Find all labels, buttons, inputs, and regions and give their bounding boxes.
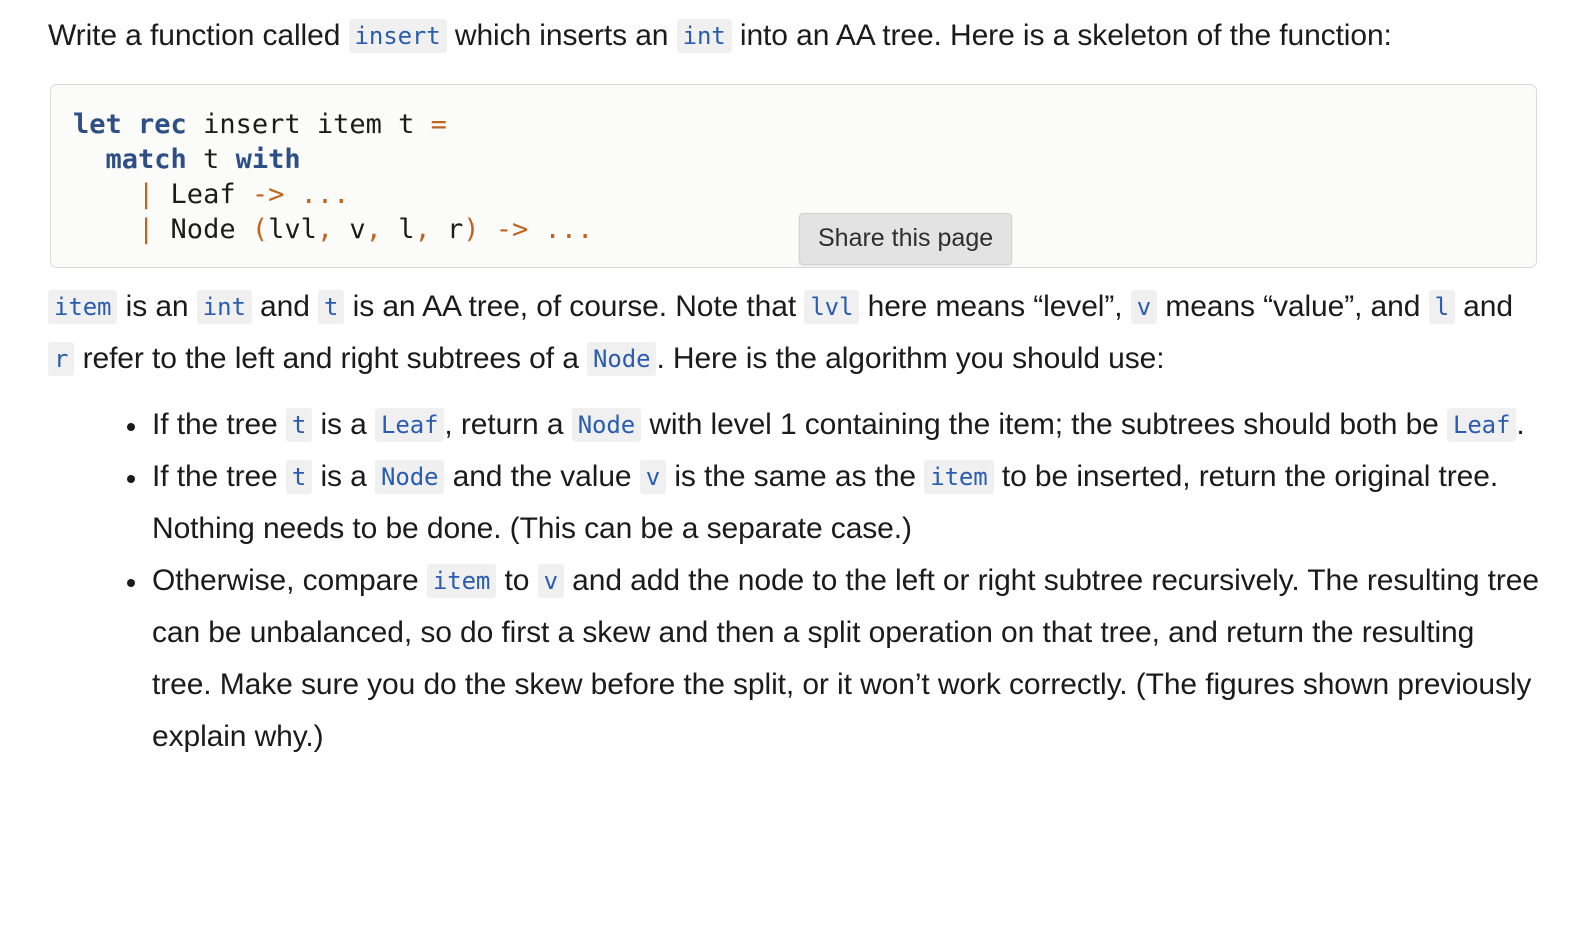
code-token-id: lvl [268,214,317,245]
code-block: let rec insert item t = match t with | L… [50,84,1537,268]
step-text: is a [312,408,375,441]
inline-code-v: v [537,564,564,598]
inline-code-t: t [285,408,313,442]
step-text: . [1516,408,1525,441]
inline-code-lvl: lvl [804,290,860,324]
intro-text-part-2: which inserts an [446,19,677,52]
inline-code-r: r [48,342,75,376]
explanation-text-8: . Here is the algorithm you should use: [656,342,1165,375]
code-token-op: ... [544,214,594,245]
inline-code-t: t [285,460,313,494]
inline-code-node: Node [571,408,642,442]
inline-code-item: item [426,564,497,598]
code-token-id: v [333,214,366,245]
intro-paragraph: Write a function called insert which ins… [48,0,1540,62]
explanation-text-6: and [1454,290,1513,323]
explanation-text-3: is an AA tree, of course. Note that [344,290,805,323]
code-token-op: = [430,109,447,140]
step-text: Otherwise, compare [152,564,427,597]
explanation-text-7: refer to the left and right subtrees of … [74,342,588,375]
explanation-text-5: means “value”, and [1157,290,1429,323]
explanation-text-4: here means “level”, [859,290,1131,323]
code-token-id [122,109,138,140]
intro-text-part-1: Write a function called [48,19,349,52]
inline-code-node: Node [587,342,657,376]
code-token-kw: match [105,144,187,175]
inline-code-item: item [48,290,118,324]
step-text: with level 1 containing the item; the su… [641,408,1447,441]
share-this-page-tooltip[interactable]: Share this page [799,213,1013,265]
code-token-id [73,179,138,210]
list-item: Otherwise, compare item to v and add the… [127,555,1540,763]
code-token-id: Leaf [154,179,252,210]
share-this-page-label: Share this page [818,224,994,252]
code-token-kw: let [73,109,122,140]
code-token-op: -> [251,179,285,210]
code-token-id: insert item t [186,109,431,140]
inline-code-leaf: Leaf [375,408,445,442]
step-text: and the value [444,460,640,493]
code-token-kw: with [235,144,301,175]
code-token-op: , [365,214,382,245]
document-page: Write a function called insert which ins… [0,0,1588,940]
code-token-id [73,214,138,245]
explanation-paragraph: item is an int and t is an AA tree, of c… [48,268,1540,385]
code-token-id: Node [154,214,252,245]
inline-code-v: v [1130,290,1158,324]
code-token-id [528,214,544,245]
intro-text-part-3: into an AA tree. Here is a skeleton of t… [731,19,1392,52]
code-token-op: | [138,214,155,245]
list-item: If the tree t is a Node and the value v … [127,451,1540,555]
step-text: , return a [444,408,572,441]
code-token-op: -> [495,214,529,245]
explanation-text-2: and [251,290,319,323]
code-token-op: ... [300,179,350,210]
code-token-op: ) [463,214,480,245]
code-token-id [480,214,496,245]
step-text: to [496,564,538,597]
code-token-kw: rec [138,109,187,140]
inline-code-leaf: Leaf [1446,408,1517,442]
inline-code-l: l [1428,290,1455,324]
code-token-op: , [316,214,334,245]
algorithm-steps-list: If the tree t is a Leaf, return a Node w… [48,399,1540,763]
inline-code-item: item [924,460,994,494]
code-token-op: | [138,179,155,210]
code-token-op: ( [251,214,269,245]
step-text: If the tree [152,408,286,441]
step-text: is the same as the [666,460,925,493]
list-item: If the tree t is a Leaf, return a Node w… [127,399,1540,451]
inline-code-t: t [318,290,345,324]
code-token-id: l [381,214,415,245]
inline-code-node: Node [375,460,445,494]
inline-code-int: int [196,290,252,324]
step-text: is a [312,460,375,493]
inline-code-insert: insert [348,19,447,53]
code-token-id: r [430,214,464,245]
inline-code-v: v [639,460,667,494]
code-block-content: let rec insert item t = match t with | L… [73,107,1514,247]
code-token-id [284,179,300,210]
code-token-op: , [414,214,431,245]
inline-code-int: int [676,19,732,53]
step-text: If the tree [152,460,286,493]
explanation-text-1: is an [117,290,197,323]
code-token-id: t [186,144,236,175]
code-token-id [73,144,106,175]
